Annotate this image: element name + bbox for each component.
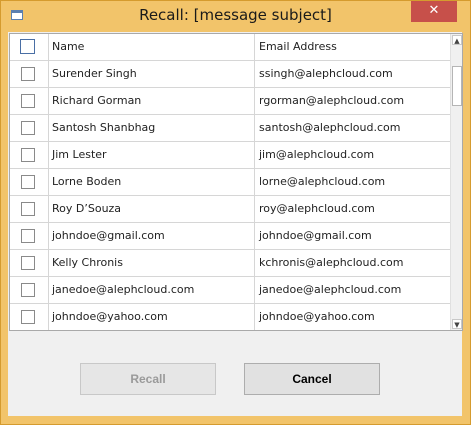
table-header-row: Name Email Address bbox=[10, 34, 450, 61]
table-row[interactable]: Jim Lester jim@alephcloud.com bbox=[10, 142, 450, 169]
window-icon bbox=[11, 10, 23, 20]
cancel-button[interactable]: Cancel bbox=[244, 363, 380, 395]
window-title: Recall: [message subject] bbox=[139, 6, 332, 24]
recipient-name: Roy D’Souza bbox=[48, 196, 255, 222]
recipient-email: johndoe@gmail.com bbox=[259, 229, 372, 242]
recipient-email: ssingh@alephcloud.com bbox=[259, 67, 393, 80]
row-checkbox[interactable] bbox=[21, 283, 35, 297]
recall-window: Recall: [message subject] ✕ Name Email A… bbox=[0, 0, 471, 425]
table-row[interactable]: Richard Gorman rgorman@alephcloud.com bbox=[10, 88, 450, 115]
table-row[interactable]: Kelly Chronis kchronis@alephcloud.com bbox=[10, 250, 450, 277]
recipient-email: kchronis@alephcloud.com bbox=[259, 256, 404, 269]
table-row[interactable]: Surender Singh ssingh@alephcloud.com bbox=[10, 61, 450, 88]
table-row[interactable]: johndoe@gmail.com johndoe@gmail.com bbox=[10, 223, 450, 250]
table-row[interactable]: janedoe@alephcloud.com janedoe@alephclou… bbox=[10, 277, 450, 304]
recipient-email: lorne@alephcloud.com bbox=[259, 175, 386, 188]
close-button[interactable]: ✕ bbox=[411, 1, 457, 22]
dialog-body: Name Email Address Surender Singh ssingh… bbox=[8, 32, 463, 416]
recipient-email: roy@alephcloud.com bbox=[259, 202, 375, 215]
recipient-email: jim@alephcloud.com bbox=[259, 148, 375, 161]
row-checkbox[interactable] bbox=[21, 256, 35, 270]
table-row[interactable]: Lorne Boden lorne@alephcloud.com bbox=[10, 169, 450, 196]
column-header-name[interactable]: Name bbox=[48, 34, 255, 60]
recipient-email: rgorman@alephcloud.com bbox=[259, 94, 405, 107]
row-checkbox[interactable] bbox=[21, 202, 35, 216]
row-checkbox[interactable] bbox=[21, 94, 35, 108]
column-header-email[interactable]: Email Address bbox=[255, 34, 450, 60]
recipient-email: johndoe@yahoo.com bbox=[259, 310, 375, 323]
scroll-up-icon[interactable]: ▲ bbox=[452, 35, 462, 45]
row-checkbox[interactable] bbox=[21, 148, 35, 162]
recipient-name: Lorne Boden bbox=[48, 169, 255, 195]
vertical-scrollbar[interactable]: ▲ ▼ bbox=[450, 34, 462, 330]
recipient-name: Santosh Shanbhag bbox=[48, 115, 255, 141]
recipient-name: janedoe@alephcloud.com bbox=[48, 277, 255, 303]
scroll-thumb[interactable] bbox=[452, 66, 462, 106]
recall-button[interactable]: Recall bbox=[80, 363, 216, 395]
scroll-down-icon[interactable]: ▼ bbox=[452, 319, 462, 329]
recipient-name: johndoe@yahoo.com bbox=[48, 304, 255, 330]
select-all-checkbox[interactable] bbox=[20, 39, 35, 54]
table-row[interactable]: Roy D’Souza roy@alephcloud.com bbox=[10, 196, 450, 223]
recipient-name: Kelly Chronis bbox=[48, 250, 255, 276]
row-checkbox[interactable] bbox=[21, 67, 35, 81]
row-checkbox[interactable] bbox=[21, 310, 35, 324]
table-row[interactable]: Santosh Shanbhag santosh@alephcloud.com bbox=[10, 115, 450, 142]
recipient-name: Jim Lester bbox=[48, 142, 255, 168]
recipients-table: Name Email Address Surender Singh ssingh… bbox=[9, 33, 463, 331]
title-bar[interactable]: Recall: [message subject] ✕ bbox=[1, 1, 470, 32]
recipient-email: santosh@alephcloud.com bbox=[259, 121, 401, 134]
table-row[interactable]: johndoe@yahoo.com johndoe@yahoo.com bbox=[10, 304, 450, 330]
recipient-name: johndoe@gmail.com bbox=[48, 223, 255, 249]
row-checkbox[interactable] bbox=[21, 121, 35, 135]
recipient-name: Surender Singh bbox=[48, 61, 255, 87]
row-checkbox[interactable] bbox=[21, 229, 35, 243]
recipient-name: Richard Gorman bbox=[48, 88, 255, 114]
row-checkbox[interactable] bbox=[21, 175, 35, 189]
recipient-email: janedoe@alephcloud.com bbox=[259, 283, 402, 296]
close-icon: ✕ bbox=[428, 3, 440, 18]
